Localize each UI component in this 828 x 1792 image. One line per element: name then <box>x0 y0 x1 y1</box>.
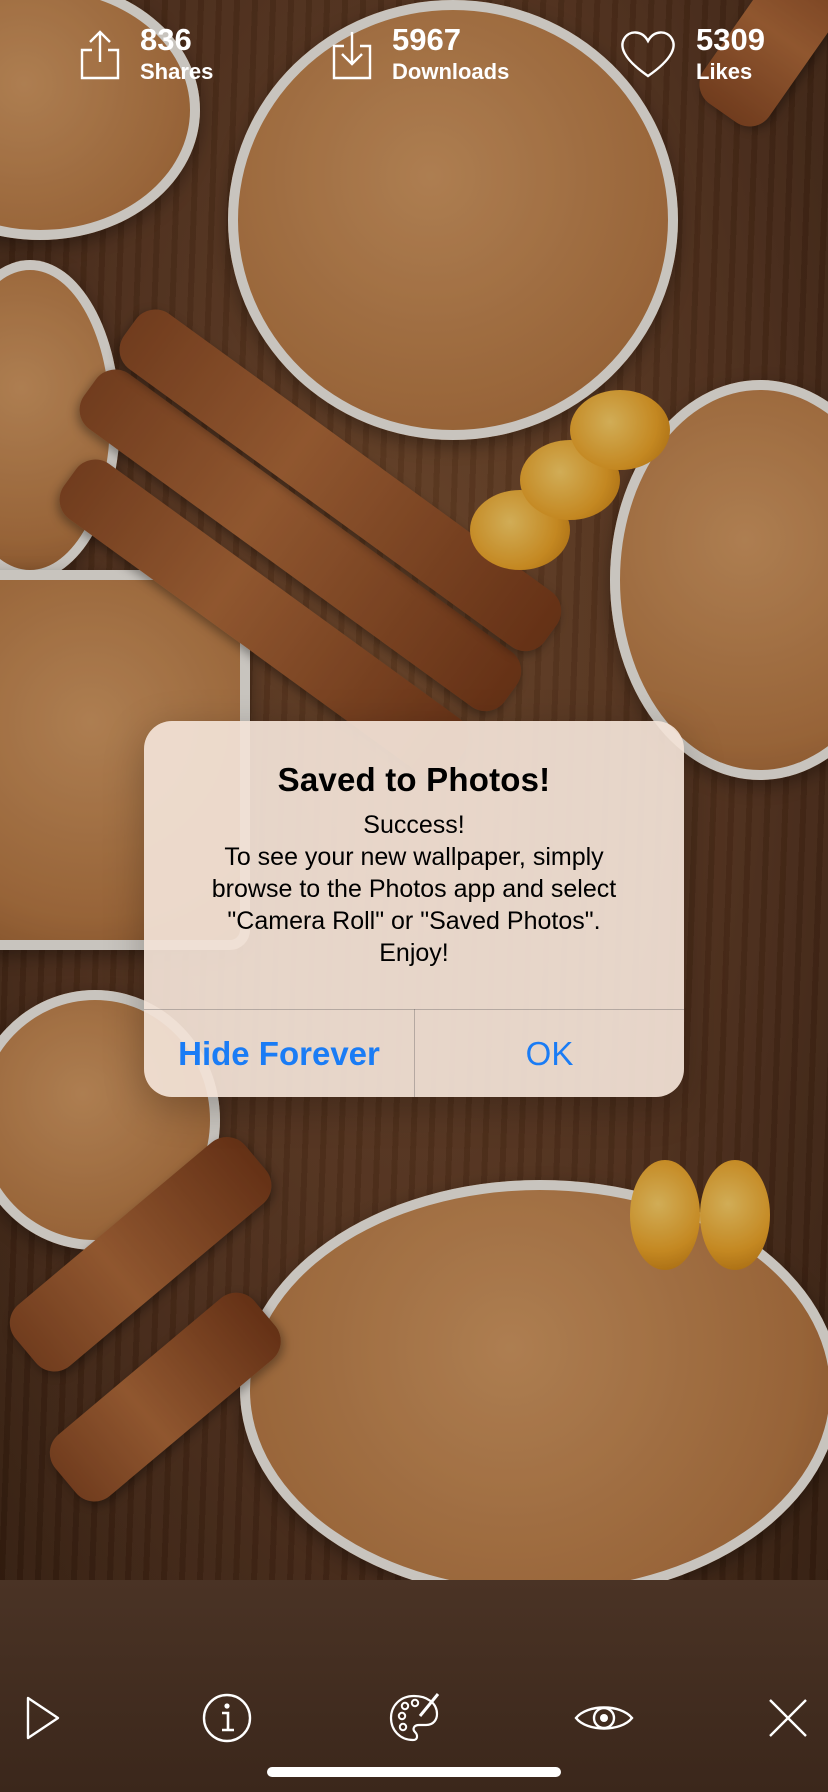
play-button[interactable] <box>14 1690 70 1746</box>
palette-icon <box>389 1693 440 1742</box>
download-icon <box>332 32 372 80</box>
saved-alert-dialog: Saved to Photos! Success! To see your ne… <box>144 721 684 1097</box>
info-icon <box>202 1693 252 1743</box>
ok-button[interactable]: OK <box>415 1010 684 1097</box>
alert-title: Saved to Photos! <box>277 761 551 798</box>
alert-message-line: To see your new wallpaper, simply <box>224 843 604 871</box>
likes-label: Likes <box>696 59 753 84</box>
alert-message-line: browse to the Photos app and select <box>211 875 617 903</box>
close-button[interactable] <box>760 1690 816 1746</box>
shares-stat[interactable]: 836 Shares <box>78 14 213 94</box>
share-icon <box>80 30 120 80</box>
alert-message-line: "Camera Roll" or "Saved Photos". <box>227 907 601 935</box>
downloads-label: Downloads <box>392 59 510 84</box>
play-icon <box>26 1696 60 1740</box>
heart-icon <box>621 31 675 78</box>
bottom-bar <box>0 1580 828 1792</box>
hide-forever-button[interactable]: Hide Forever <box>144 1010 414 1097</box>
downloads-stat[interactable]: 5967 Downloads <box>330 14 509 94</box>
home-indicator[interactable] <box>267 1767 561 1777</box>
downloads-count: 5967 <box>392 22 461 57</box>
palette-button[interactable] <box>386 1690 442 1746</box>
likes-count: 5309 <box>696 22 765 57</box>
shares-count: 836 <box>140 22 192 57</box>
alert-message-line: Success! <box>363 811 465 839</box>
close-icon <box>769 1699 807 1737</box>
likes-stat[interactable]: 5309 Likes <box>618 14 765 94</box>
preview-button[interactable] <box>572 1690 636 1746</box>
shares-label: Shares <box>140 59 214 84</box>
eye-icon <box>574 1706 634 1730</box>
info-button[interactable] <box>199 1690 255 1746</box>
alert-message: Success! To see your new wallpaper, simp… <box>174 809 654 969</box>
alert-message-line: Enjoy! <box>379 939 449 967</box>
